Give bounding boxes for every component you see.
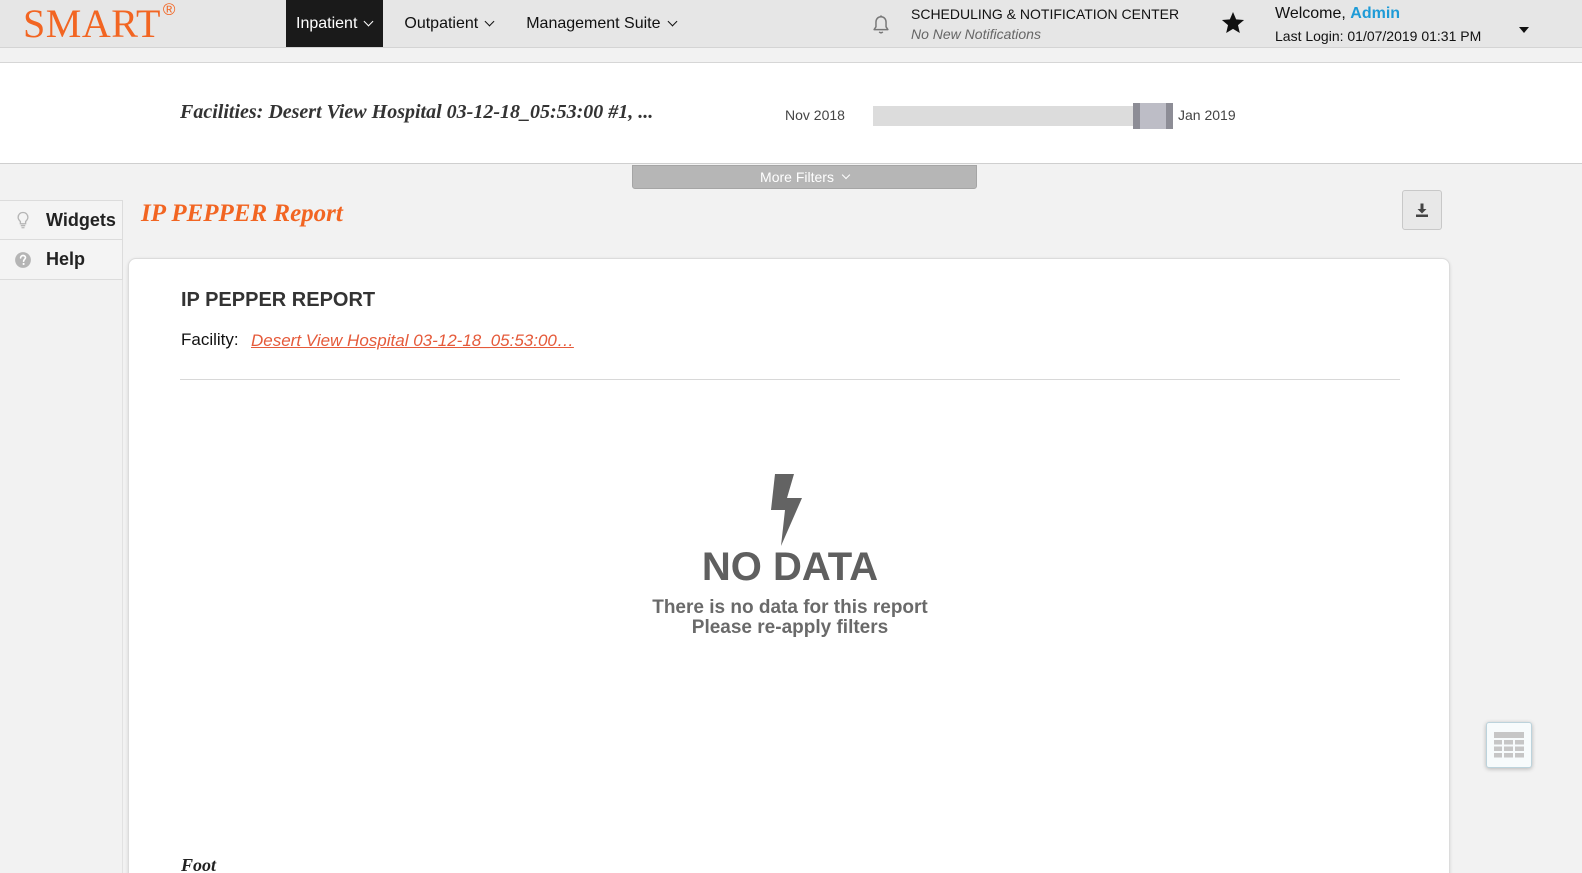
download-icon — [1416, 203, 1428, 217]
chevron-down-icon — [841, 170, 851, 180]
username[interactable]: Admin — [1350, 5, 1400, 22]
page-title: IP PEPPER Report — [141, 200, 343, 227]
facility-label: Facility: — [181, 330, 239, 349]
logo-text: SMART — [23, 1, 161, 46]
bell-icon — [873, 15, 889, 34]
no-data-message: There is no data for this report — [652, 597, 928, 618]
lightbulb-icon — [17, 211, 29, 229]
table-grid-icon — [1494, 732, 1524, 758]
sidebar-item-help[interactable]: Help — [0, 240, 123, 280]
notification-center-title: SCHEDULING & NOTIFICATION CENTER — [911, 6, 1180, 22]
lightning-bolt-icon — [771, 474, 802, 546]
welcome-message: Welcome, Admin — [1275, 5, 1400, 23]
logo-registered-mark: ® — [162, 0, 176, 19]
more-filters-button[interactable]: More Filters — [632, 165, 977, 189]
nav-inpatient-label: Inpatient — [296, 14, 358, 32]
top-navigation-bar: SMART ® Inpatient Outpatient Management S… — [0, 0, 1582, 48]
divider — [180, 379, 1400, 380]
report-card-title: IP PEPPER REPORT — [181, 289, 376, 311]
table-view-button[interactable] — [1486, 722, 1532, 768]
date-range-start: Nov 2018 — [785, 107, 845, 123]
star-icon[interactable] — [1220, 10, 1246, 36]
main-nav: Inpatient Outpatient Management Suite — [286, 0, 687, 47]
no-data-hint: Please re-apply filters — [691, 617, 889, 638]
last-login: Last Login: 01/07/2019 01:31 PM — [1275, 28, 1482, 44]
sidebar-item-label: Help — [46, 249, 86, 269]
chevron-down-icon — [363, 16, 374, 27]
nav-management-suite[interactable]: Management Suite — [516, 0, 686, 47]
smart-logo[interactable]: SMART ® — [23, 0, 176, 46]
download-button[interactable] — [1402, 190, 1442, 230]
chevron-down-icon — [667, 16, 677, 27]
notification-status: No New Notifications — [911, 26, 1041, 42]
report-footer-heading: Foot — [181, 855, 217, 873]
date-range-slider-track[interactable] — [873, 106, 1173, 126]
user-menu-caret-icon[interactable] — [1519, 27, 1529, 33]
facilities-filter-summary[interactable]: Facilities: Desert View Hospital 03-12-1… — [180, 101, 653, 124]
date-range-slider-handle[interactable] — [1133, 103, 1173, 129]
question-circle-icon — [15, 251, 31, 268]
filter-bar: Facilities: Desert View Hospital 03-12-1… — [0, 62, 1582, 164]
sidebar-item-widgets[interactable]: Widgets — [0, 200, 123, 240]
no-data-title: NO DATA — [701, 545, 879, 589]
sidebar-item-label: Widgets — [46, 209, 116, 230]
more-filters-label: More Filters — [760, 169, 834, 185]
date-range-end: Jan 2019 — [1178, 107, 1236, 123]
nav-inpatient[interactable]: Inpatient — [286, 0, 384, 47]
side-menu: Widgets Help — [0, 200, 123, 280]
welcome-prefix: Welcome, — [1275, 5, 1351, 22]
side-rail — [0, 280, 123, 873]
facility-link[interactable]: Desert View Hospital 03-12-18_05:53:00… — [251, 331, 574, 351]
chevron-down-icon — [484, 16, 495, 27]
report-card: IP PEPPER REPORT Facility: Desert View H… — [128, 258, 1450, 873]
nav-management-suite-label: Management Suite — [526, 14, 661, 32]
nav-outpatient[interactable]: Outpatient — [394, 0, 504, 47]
nav-outpatient-label: Outpatient — [404, 14, 479, 32]
